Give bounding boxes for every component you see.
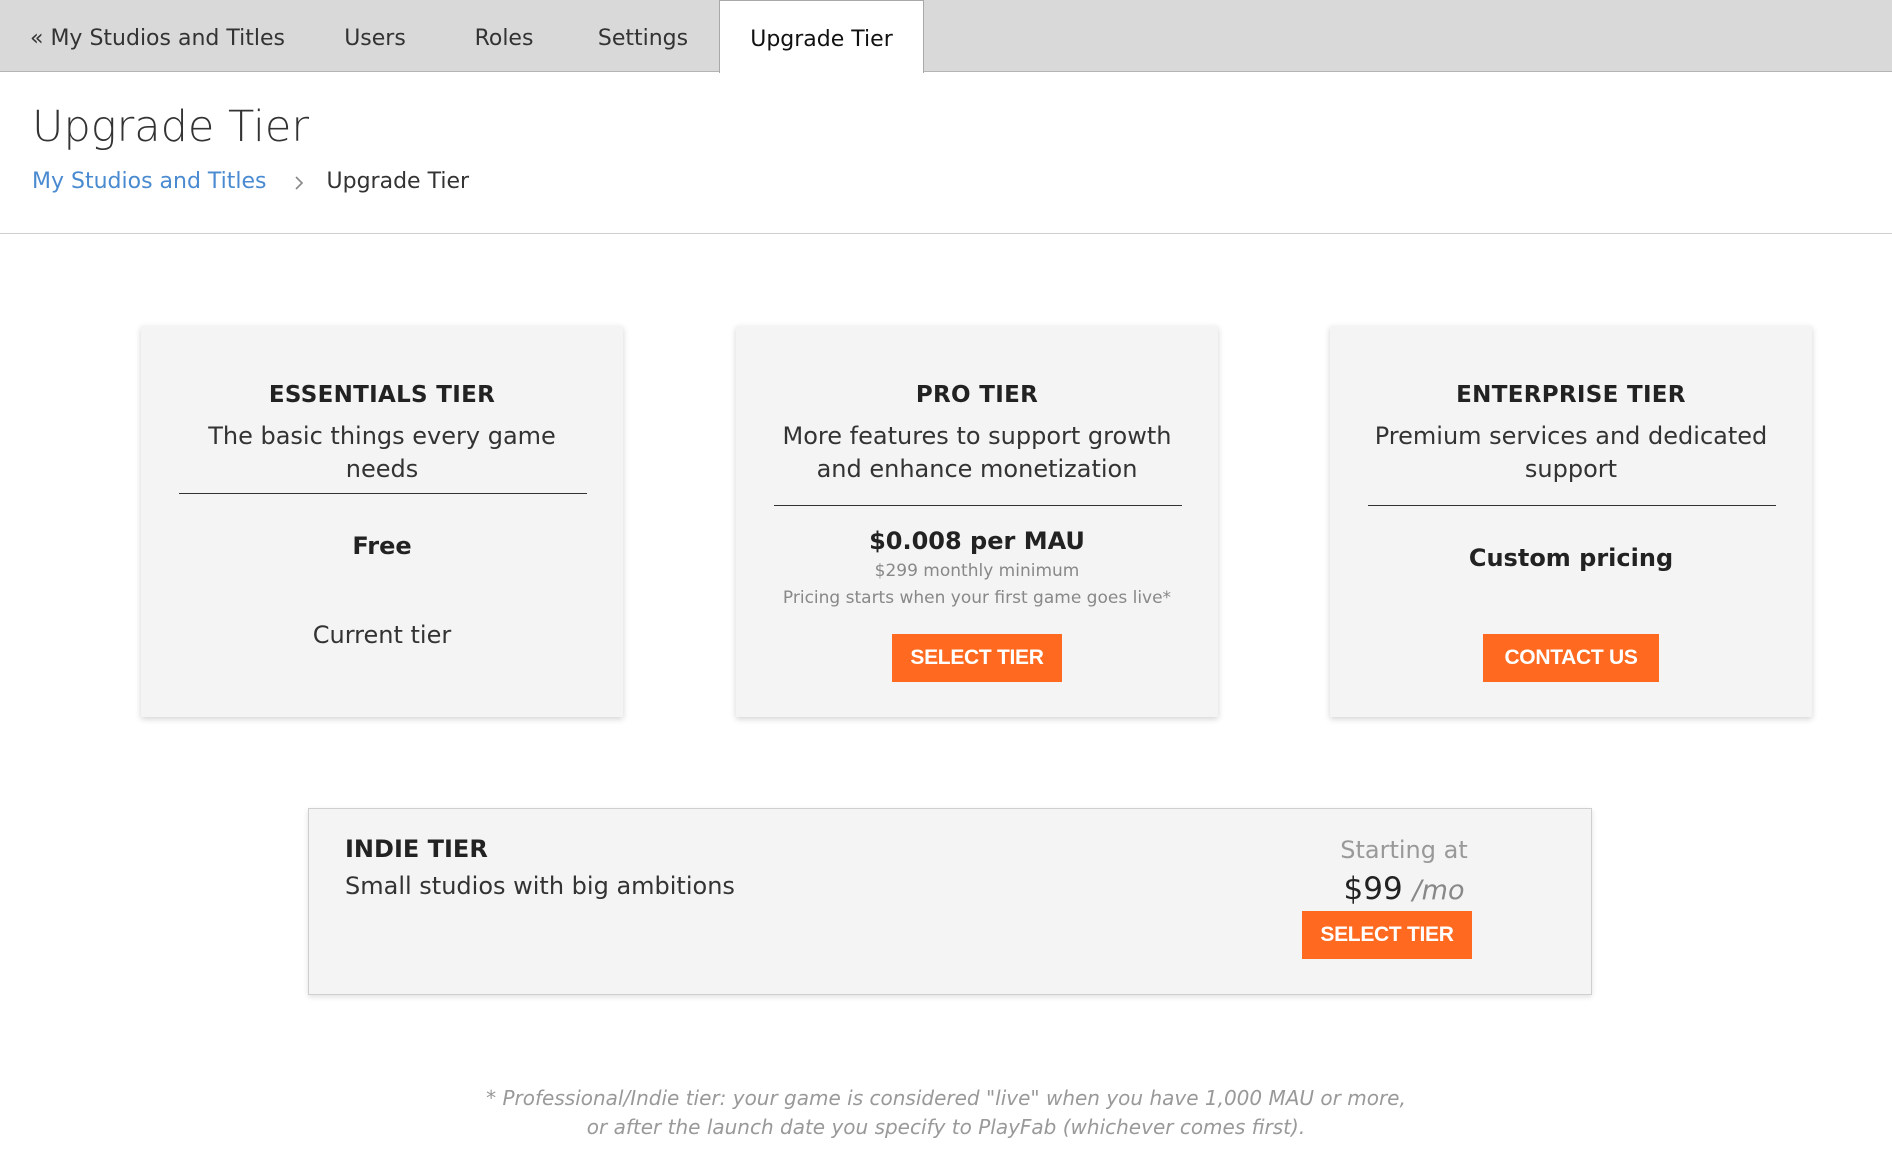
pro-tier-card: PRO TIER More features to support growth… [736,326,1218,717]
tab-upgrade-tier[interactable]: Upgrade Tier [719,0,924,73]
tab-users[interactable]: Users [314,0,436,72]
chevron-right-icon [293,175,305,190]
tab-settings[interactable]: Settings [576,0,710,72]
card-divider [1368,505,1776,506]
enterprise-tier-price: Custom pricing [1468,544,1674,572]
pro-tier-minimum: $299 monthly minimum [874,561,1080,581]
indie-tier-description: Small studios with big ambitions [345,872,735,900]
essentials-tier-description: The basic things every game needs [208,422,556,483]
pro-tier-price: $0.008 per MAU [869,527,1085,555]
breadcrumb-link-my-studios[interactable]: My Studios and Titles [32,169,267,194]
indie-tier-title: INDIE TIER [345,835,488,863]
indie-tier-price: $99 /mo [1329,871,1479,907]
card-divider [179,493,587,494]
indie-select-tier-button[interactable]: Select Tier [1302,911,1472,959]
enterprise-tier-description: Premium services and dedicated support [1374,422,1768,483]
essentials-tier-card: ESSENTIALS TIER The basic things every g… [141,326,623,717]
essentials-tier-price: Free [352,532,412,560]
footnote-line-2: or after the launch date you specify to … [586,1115,1306,1139]
enterprise-tier-title: ENTERPRISE TIER [1456,382,1686,408]
enterprise-contact-us-button[interactable]: Contact Us [1483,634,1659,682]
indie-tier-card: INDIE TIER Small studios with big ambiti… [308,808,1592,995]
card-divider [774,505,1182,506]
essentials-current-tier-label: Current tier [312,621,452,649]
pro-tier-description: More features to support growth and enha… [782,422,1172,483]
enterprise-tier-card: ENTERPRISE TIER Premium services and ded… [1330,326,1812,717]
pro-tier-title: PRO TIER [915,382,1039,408]
indie-starting-at-label: Starting at [1340,836,1468,864]
indie-price-amount: $99 [1343,871,1403,907]
header-divider [0,233,1892,234]
essentials-tier-title: ESSENTIALS TIER [268,382,496,408]
indie-price-period: /mo [1412,875,1465,906]
tab-my-studios-and-titles[interactable]: « My Studios and Titles [30,0,285,72]
footnote: * Professional/Indie tier: your game is … [0,1084,1892,1142]
breadcrumb: My Studios and Titles Upgrade Tier [32,169,469,194]
breadcrumb-current: Upgrade Tier [326,169,470,194]
pro-select-tier-button[interactable]: Select Tier [892,634,1062,682]
tab-roles[interactable]: Roles [444,0,564,72]
pro-tier-pricing-note: Pricing starts when your first game goes… [782,588,1172,608]
tab-bar: « My Studios and Titles Users Roles Sett… [0,0,1892,73]
page-title: Upgrade Tier [32,102,310,152]
footnote-line-1: * Professional/Indie tier: your game is … [486,1086,1406,1110]
